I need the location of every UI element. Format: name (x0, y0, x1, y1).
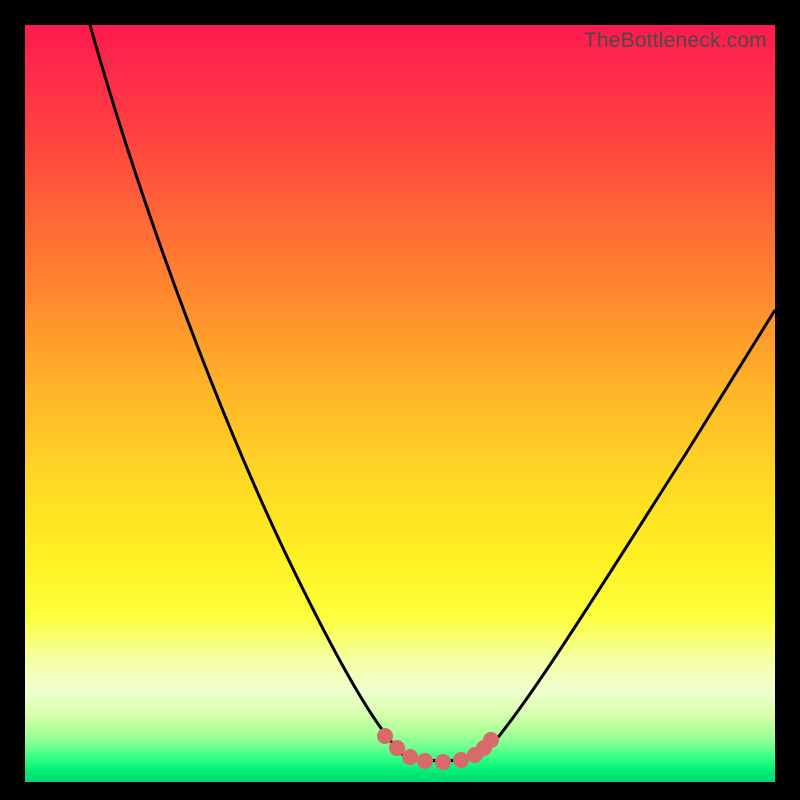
valley-dots-group (377, 728, 499, 770)
right-curve-path (483, 310, 775, 755)
valley-dot (453, 752, 469, 768)
bottleneck-curve (25, 25, 775, 782)
watermark-text: TheBottleneck.com (584, 29, 767, 53)
valley-dot (483, 732, 499, 748)
valley-dot (389, 740, 405, 756)
valley-dot (377, 728, 393, 744)
chart-plot-area: TheBottleneck.com (25, 25, 775, 782)
valley-dot (417, 753, 433, 769)
left-curve-path (90, 25, 403, 755)
valley-dot (402, 749, 418, 765)
valley-dot (435, 754, 451, 770)
